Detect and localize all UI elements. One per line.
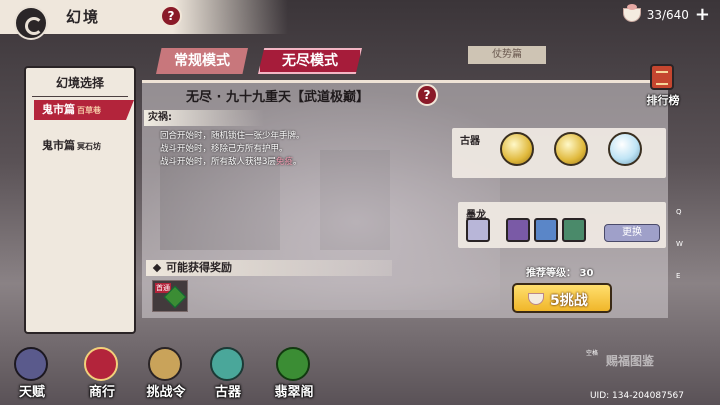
nav-talent[interactable]: 天赋 (4, 345, 60, 403)
add-stamina-button[interactable]: + (695, 6, 710, 24)
divider (32, 96, 128, 97)
bowl-icon (622, 4, 641, 22)
curse-description: 回合开始时，随机锁住一张少年手牌。 战斗开始时，移除己方所有护甲。 战斗开始时，… (160, 130, 305, 169)
recommended-level: 推荐等级： 30 (526, 268, 594, 279)
leaderboard-button[interactable]: 排行榜 (640, 62, 686, 108)
curse-label: 灾祸: (144, 110, 264, 126)
artifact-label: 古器 (460, 136, 480, 147)
nav-challenge-pass[interactable]: 挑战令 (138, 345, 194, 403)
nav-jade-pavilion[interactable]: 翡翠阁 (266, 345, 322, 403)
curse-line: 战斗开始时，移除己方所有护甲。 (160, 144, 288, 154)
top-bar (0, 0, 720, 34)
stage-sub: 百草巷 (77, 106, 101, 115)
stage-name: 鬼市篇 (42, 103, 75, 116)
scroll-icon (650, 64, 674, 90)
nav-artifacts[interactable]: 古器 (200, 345, 256, 403)
tab-normal-mode[interactable]: 常规模式 (156, 48, 248, 74)
artifact-icon[interactable] (500, 132, 534, 166)
card-icon[interactable] (534, 218, 558, 242)
curse-line: 回合开始时，随机锁住一张少年手牌。 (160, 131, 305, 141)
jade-icon (276, 347, 310, 381)
stage-name: 鬼市篇 (42, 139, 75, 152)
user-id: UID: 134-204087567 (589, 391, 684, 401)
stage-title: 无尽 · 九十九重天【武道极巅】 (186, 90, 369, 105)
change-button[interactable]: 更换 (604, 224, 660, 242)
nav-shop[interactable]: 商行 (74, 345, 130, 403)
bowl-icon (528, 293, 544, 305)
stage-select-header: 幻境选择 (55, 76, 104, 90)
back-button[interactable] (14, 6, 48, 40)
character-box: 墨龙 更换 (458, 202, 666, 248)
artifact-box: 古器 (452, 128, 666, 178)
tab-endless-mode[interactable]: 无尽模式 (258, 48, 362, 74)
stage-help-button[interactable]: ? (416, 84, 438, 106)
stage-item-active[interactable]: 鬼市篇 百草巷 (34, 100, 134, 120)
help-button[interactable]: ? (160, 5, 182, 27)
stamina-value: 33/640 (646, 8, 689, 22)
leaderboard-label: 排行榜 (646, 94, 680, 107)
space-key-hint: 空格 (586, 350, 599, 357)
reward-item[interactable]: 首通 (152, 280, 188, 312)
stage-sub: 冥石坊 (77, 142, 101, 151)
rewards-label: 可能获得奖励 (166, 261, 232, 274)
card-icon[interactable] (506, 218, 530, 242)
card-icon[interactable] (562, 218, 586, 242)
artifact-icon (210, 347, 244, 381)
tab-behind: 仗势篇 (468, 46, 546, 64)
shop-icon (84, 347, 118, 381)
challenge-label: 5挑战 (550, 293, 588, 309)
curse-line: 战斗开始时，所有敌人获得3层免疫。 (160, 157, 302, 167)
blessing-gallery-button[interactable]: 赐福图鉴 (606, 352, 654, 369)
diamond-bullet-icon (152, 263, 162, 273)
talent-icon (14, 347, 48, 381)
hotkey-hints: Q W E (676, 208, 683, 280)
scroll-icon (148, 347, 182, 381)
stage-item[interactable]: 鬼市篇 冥石坊 (34, 136, 134, 156)
stage-select-panel: 幻境选择 鬼市篇 百草巷 鬼市篇 冥石坊 (24, 66, 136, 334)
immunity-keyword[interactable]: 免疫 (276, 157, 293, 167)
rewards-header: 可能获得奖励 (146, 260, 392, 276)
artifact-icon[interactable] (608, 132, 642, 166)
page-title: 幻境 (66, 8, 101, 26)
stamina-counter: 33/640 + (622, 4, 710, 26)
hero-portrait[interactable] (466, 218, 490, 242)
artifact-icon[interactable] (554, 132, 588, 166)
challenge-button[interactable]: 5挑战 (512, 283, 612, 313)
